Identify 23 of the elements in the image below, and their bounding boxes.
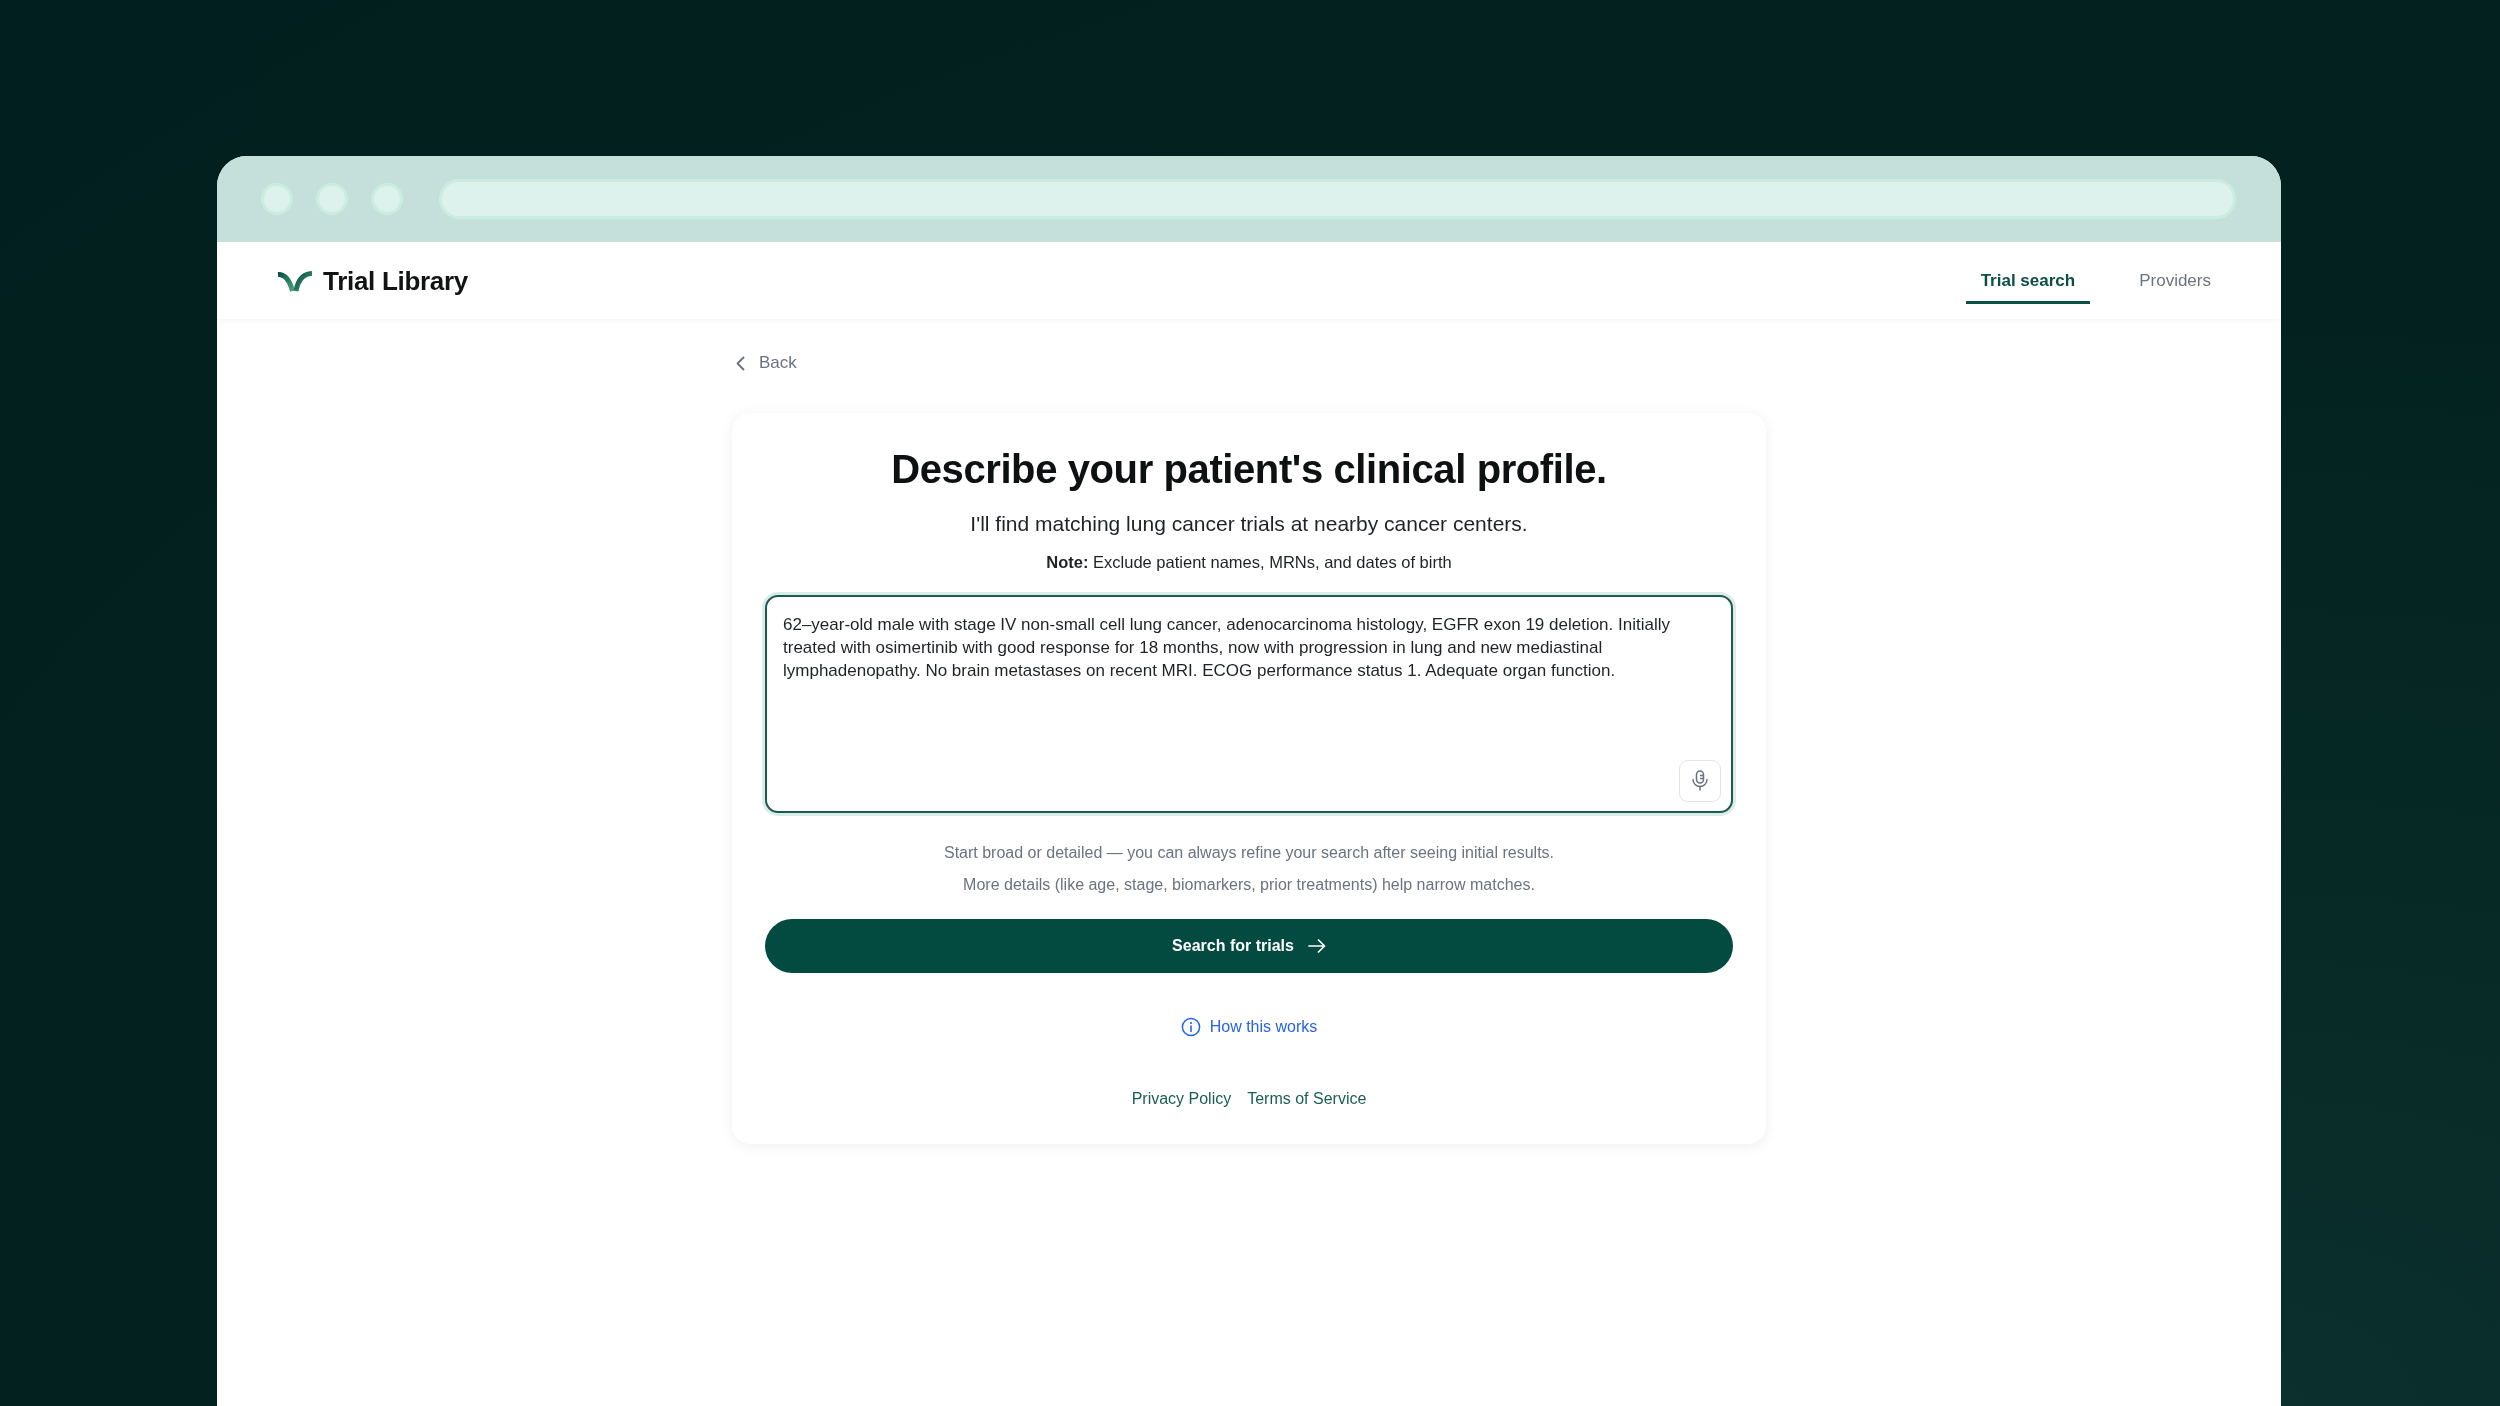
sprout-logo-icon xyxy=(277,269,313,292)
window-dot-icon xyxy=(261,183,293,215)
arrow-right-icon xyxy=(1307,938,1326,953)
help-link[interactable]: How this works xyxy=(1180,1014,1318,1039)
clinical-profile-field[interactable]: 62–year-old male with stage IV non-small cell lung cancer, adenocarcinoma histology, EGFR exon 19 deletion. Initially treated with osimertinib with good response for 18 months, now with progression in lung and new mediastinal lymphadenopathy. No brain metastases on recent MRI. ECOG performance status 1. Adequate organ function. xyxy=(765,594,1733,813)
chevron-left-icon xyxy=(736,355,745,371)
nav-tab[interactable]: Providers xyxy=(2124,257,2226,304)
logo-text: Trial Library xyxy=(323,264,468,297)
microphone-button[interactable] xyxy=(1679,759,1721,802)
footer-link[interactable]: Terms of Service xyxy=(1247,1086,1367,1111)
page-title: Describe your patient's clinical profile. xyxy=(890,445,1608,493)
back-link[interactable]: Back xyxy=(736,351,797,375)
microphone-icon xyxy=(1692,770,1708,791)
hint-text: Start broad or detailed — you can always refine your search after seeing initial results. xyxy=(942,842,1556,863)
nav-tab[interactable]: Trial search xyxy=(1965,257,2091,304)
footer-link[interactable]: Privacy Policy xyxy=(1131,1086,1232,1111)
search-button[interactable]: Search for trials xyxy=(765,918,1733,973)
subtitle-text: I'll find matching lung cancer trials at nearby cancer centers. xyxy=(969,510,1529,537)
info-icon xyxy=(1180,1016,1201,1037)
window-dot-icon xyxy=(316,183,348,215)
window-dot-icon xyxy=(371,183,403,215)
note-text: Note: Exclude patient names, MRNs, and dates of birth xyxy=(1045,551,1453,573)
hint-text: More details (like age, stage, biomarkers, prior treatments) help narrow matches. xyxy=(962,874,1536,895)
